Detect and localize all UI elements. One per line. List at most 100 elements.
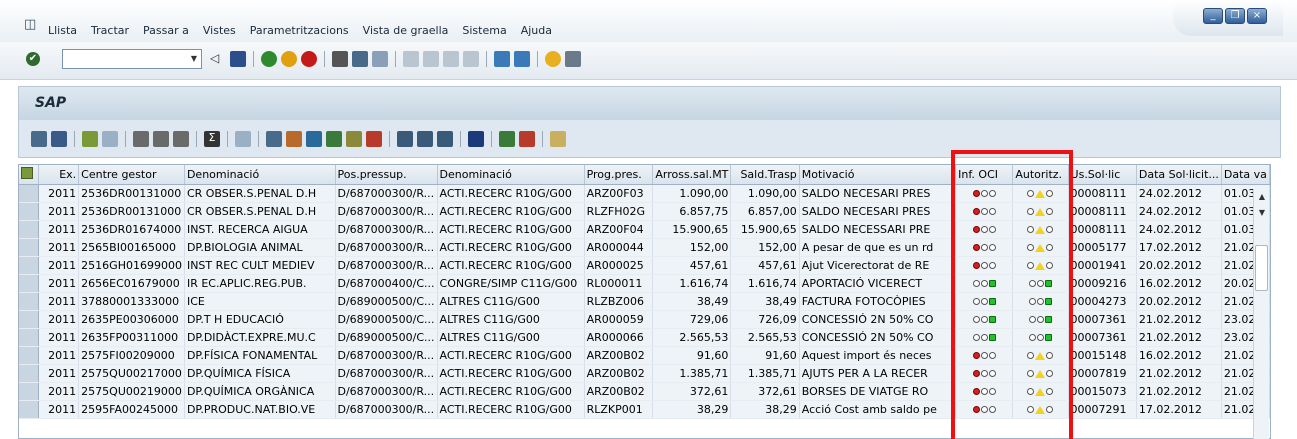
graphic-icon[interactable]	[306, 131, 322, 147]
table-cell[interactable]: AR000059	[584, 310, 654, 329]
deselect-all-icon[interactable]	[102, 131, 118, 147]
table-cell[interactable]: 2635PE00306000	[78, 310, 185, 329]
table-cell[interactable]: 15.900,65	[652, 220, 732, 239]
row-selector[interactable]	[19, 220, 39, 239]
table-cell[interactable]: CR OBSER.S.PENAL D.H	[184, 184, 336, 203]
info-icon[interactable]	[468, 131, 484, 147]
table-cell[interactable]: 2011	[38, 400, 80, 419]
table-cell[interactable]: AR000066	[584, 328, 654, 347]
table-cell[interactable]: 24.02.2012	[1136, 184, 1222, 203]
table-cell[interactable]: 38,29	[652, 400, 732, 419]
local-file-icon[interactable]	[366, 131, 382, 147]
find-next-icon[interactable]	[372, 51, 388, 67]
previous-page-icon[interactable]	[423, 51, 439, 67]
sort-ascending-icon[interactable]	[133, 131, 149, 147]
autoritz-status-icon[interactable]	[1012, 238, 1069, 257]
col-header[interactable]: Sald.Trasp	[730, 165, 800, 185]
autoritz-status-icon[interactable]	[1012, 256, 1069, 275]
table-cell[interactable]: RLZFH02G	[584, 202, 654, 221]
table-cell[interactable]: INST. RECERCA AIGUA	[184, 220, 336, 239]
find-icon[interactable]	[352, 51, 368, 67]
menu-vista-de-graella[interactable]: Vista de graella	[363, 24, 449, 37]
table-cell[interactable]: AR000044	[584, 238, 654, 257]
table-cell[interactable]: 1.616,74	[730, 274, 800, 293]
col-header[interactable]: Data va	[1221, 165, 1271, 185]
table-cell[interactable]: 1.616,74	[652, 274, 732, 293]
inf-oci-status-icon[interactable]	[955, 310, 1014, 329]
shortcut-icon[interactable]	[514, 51, 530, 67]
vertical-scrollbar[interactable]: ▲ ▼	[1253, 189, 1269, 439]
command-field[interactable]: ▼	[62, 49, 202, 69]
table-cell[interactable]: 15.900,65	[730, 220, 800, 239]
row-selector[interactable]	[19, 274, 39, 293]
close-icon[interactable]: ×	[1247, 8, 1267, 24]
table-row[interactable]: 2011 2595FA00245000 DP.PRODUC.NAT.BIO.VE D/…	[19, 400, 1271, 419]
menu-ajuda[interactable]: Ajuda	[521, 24, 552, 37]
col-header[interactable]: Centre gestor	[78, 165, 185, 185]
table-cell[interactable]: Aquest import és neces	[799, 346, 957, 365]
inf-oci-status-icon[interactable]	[955, 364, 1014, 383]
table-cell[interactable]: 21.02.2012	[1136, 382, 1222, 401]
inf-oci-status-icon[interactable]	[955, 382, 1014, 401]
table-cell[interactable]: D/687000300/R...	[335, 382, 438, 401]
table-cell[interactable]: CONCESSIÓ 2N 50% CO	[799, 310, 957, 329]
table-cell[interactable]: ARZ00B02	[584, 382, 654, 401]
table-cell[interactable]: D/687000300/R...	[335, 202, 438, 221]
table-cell[interactable]: RLZKP001	[584, 400, 654, 419]
table-cell[interactable]: 00004273	[1068, 292, 1137, 311]
table-cell[interactable]: 1.090,00	[652, 184, 732, 203]
row-selector[interactable]	[19, 238, 39, 257]
table-cell[interactable]: 20.02.2012	[1136, 256, 1222, 275]
inf-oci-status-icon[interactable]	[955, 184, 1014, 203]
inf-oci-status-icon[interactable]	[955, 346, 1014, 365]
table-cell[interactable]: 2011	[38, 364, 80, 383]
table-cell[interactable]: 00007361	[1068, 310, 1137, 329]
table-cell[interactable]: INST REC CULT MEDIEV	[184, 256, 336, 275]
table-cell[interactable]: 2011	[38, 274, 80, 293]
table-cell[interactable]: DP.FÍSICA FONAMENTAL	[184, 346, 336, 365]
table-cell[interactable]: ACTI.RECERC R10G/G00	[437, 382, 585, 401]
col-header[interactable]: Denominació	[184, 165, 336, 185]
table-cell[interactable]: A pesar de que es un rd	[799, 238, 957, 257]
inf-oci-status-icon[interactable]	[955, 292, 1014, 311]
table-row[interactable]: 2011 37880001333000 ICE D/689000500/C... ALT…	[19, 292, 1271, 311]
col-header[interactable]: Pos.pressup.	[335, 165, 438, 185]
row-selector[interactable]	[19, 346, 39, 365]
back-arrow-icon[interactable]: ◁	[210, 51, 226, 67]
table-cell[interactable]: ARZ00F04	[584, 220, 654, 239]
first-page-icon[interactable]	[403, 51, 419, 67]
table-cell[interactable]: RL000011	[584, 274, 654, 293]
table-cell[interactable]: 00007819	[1068, 364, 1137, 383]
table-cell[interactable]: 2011	[38, 310, 80, 329]
table-cell[interactable]: 1.090,00	[730, 184, 800, 203]
table-cell[interactable]: 00008111	[1068, 220, 1137, 239]
table-cell[interactable]: ARZ00F03	[584, 184, 654, 203]
table-cell[interactable]: 152,00	[652, 238, 732, 257]
col-header[interactable]: Us.Sol·lic	[1068, 165, 1137, 185]
autoritz-status-icon[interactable]	[1012, 346, 1069, 365]
table-cell[interactable]: DP.PRODUC.NAT.BIO.VE	[184, 400, 336, 419]
inf-oci-status-icon[interactable]	[955, 400, 1014, 419]
table-cell[interactable]: ALTRES C11G/G00	[437, 310, 585, 329]
table-row[interactable]: 2011 2565BI00165000 DP.BIOLOGIA ANIMAL D/68…	[19, 238, 1271, 257]
table-cell[interactable]: 38,49	[652, 292, 732, 311]
table-cell[interactable]: 21.02.2012	[1136, 328, 1222, 347]
col-header[interactable]: Inf. OCI	[955, 165, 1014, 185]
table-cell[interactable]: 2516GH01699000	[78, 256, 185, 275]
row-selector[interactable]	[19, 292, 39, 311]
table-cell[interactable]: 6.857,00	[730, 202, 800, 221]
table-cell[interactable]: 2656EC01679000	[78, 274, 185, 293]
exit-icon[interactable]	[281, 51, 297, 67]
table-cell[interactable]: D/687000300/R...	[335, 400, 438, 419]
save-layout-icon[interactable]	[437, 131, 453, 147]
table-cell[interactable]: ACTI.RECERC R10G/G00	[437, 220, 585, 239]
table-cell[interactable]: 2565BI00165000	[78, 238, 185, 257]
table-cell[interactable]: ARZ00B02	[584, 364, 654, 383]
table-cell[interactable]: AR000025	[584, 256, 654, 275]
table-cell[interactable]: 21.02.2012	[1136, 310, 1222, 329]
table-row[interactable]: 2011 2536DR01674000 INST. RECERCA AIGUA D/6…	[19, 220, 1271, 239]
menu-vistes[interactable]: Vistes	[203, 24, 236, 37]
table-cell[interactable]: 2575FI00209000	[78, 346, 185, 365]
table-cell[interactable]: 16.02.2012	[1136, 346, 1222, 365]
word-processing-icon[interactable]	[346, 131, 362, 147]
